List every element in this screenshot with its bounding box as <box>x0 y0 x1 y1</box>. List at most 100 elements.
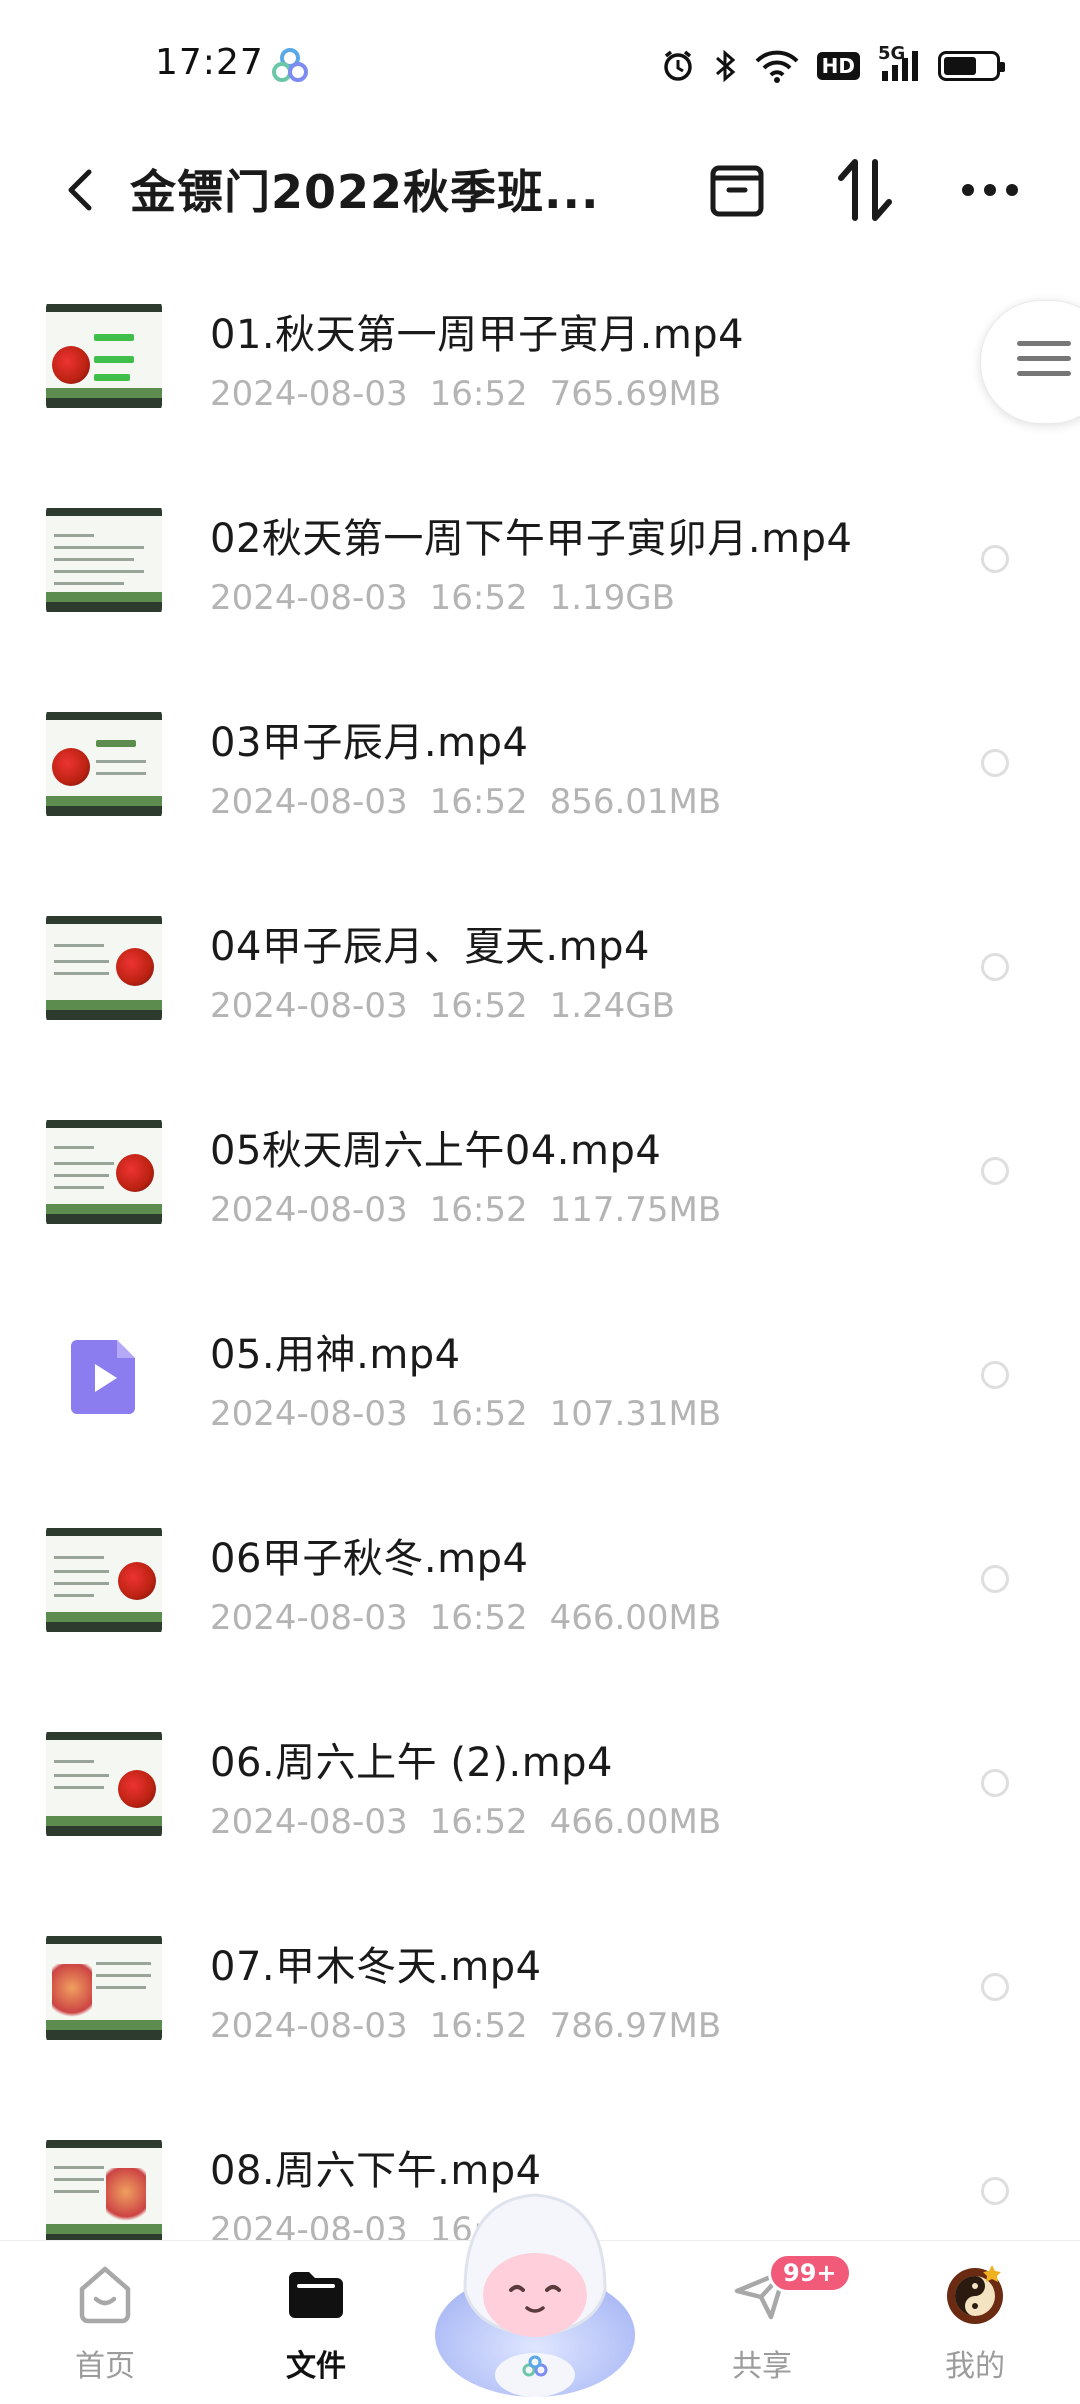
header-bar: 金镖门2022秋季班... <box>0 130 1080 250</box>
file-meta: 2024-08-03 16:52 117.75MB <box>210 1190 743 1230</box>
select-radio[interactable] <box>981 545 1009 573</box>
select-radio[interactable] <box>981 2177 1009 2205</box>
file-time: 16:52 <box>429 374 528 414</box>
menu-icon <box>1017 341 1071 386</box>
file-meta: 2024-08-03 16:52 466.00MB <box>210 1802 743 1842</box>
video-thumbnail <box>46 1726 162 1842</box>
file-name: 07.甲木冬天.mp4 <box>210 1944 542 1990</box>
status-time: 17:27 <box>155 42 264 83</box>
video-thumbnail <box>46 1114 162 1230</box>
wifi-icon <box>755 49 799 83</box>
file-size: 1.24GB <box>549 986 675 1026</box>
file-meta: 2024-08-03 16:52 466.00MB <box>210 1598 743 1638</box>
file-date: 2024-08-03 <box>210 1598 408 1638</box>
file-time: 16:52 <box>429 2006 528 2046</box>
file-time: 16:52 <box>429 1394 528 1434</box>
video-thumbnail <box>46 2134 162 2250</box>
file-name: 06甲子秋冬.mp4 <box>210 1536 529 1582</box>
select-radio[interactable] <box>981 1973 1009 2001</box>
select-radio[interactable] <box>981 1361 1009 1389</box>
file-time: 16:52 <box>429 782 528 822</box>
select-radio[interactable] <box>981 953 1009 981</box>
file-size: 786.97MB <box>549 2006 722 2046</box>
file-size: 856.01MB <box>549 782 722 822</box>
file-row[interactable]: 07.甲木冬天.mp4 2024-08-03 16:52 786.97MB <box>0 1882 1080 2086</box>
file-date: 2024-08-03 <box>210 1802 408 1842</box>
alarm-icon <box>661 49 695 83</box>
file-date: 2024-08-03 <box>210 578 408 618</box>
file-meta: 2024-08-03 16:52 107.31MB <box>210 1394 743 1434</box>
video-thumbnail <box>46 706 162 822</box>
nav-share[interactable]: 99+ 共享 <box>682 2253 852 2389</box>
file-row[interactable]: 05秋天周六上午04.mp4 2024-08-03 16:52 117.75MB <box>0 1066 1080 1270</box>
video-thumbnail <box>46 910 162 1026</box>
nav-label: 共享 <box>732 2349 792 2384</box>
folder-icon <box>281 2259 351 2329</box>
file-list: 01.秋天第一周甲子寅月.mp4 2024-08-03 16:52 765.69MB… <box>0 250 1080 2290</box>
hd-icon: HD <box>816 52 860 80</box>
file-time: 16:52 <box>429 1598 528 1638</box>
video-thumbnail <box>46 298 162 414</box>
file-row[interactable]: 06甲子秋冬.mp4 2024-08-03 16:52 466.00MB <box>0 1474 1080 1678</box>
back-button[interactable] <box>45 155 115 225</box>
nav-files[interactable]: 文件 <box>236 2259 396 2389</box>
nav-label: 文件 <box>286 2349 346 2384</box>
nav-profile[interactable]: 我的 <box>895 2259 1055 2389</box>
archive-icon <box>710 165 764 217</box>
file-date: 2024-08-03 <box>210 2006 408 2046</box>
file-name: 05.用神.mp4 <box>210 1332 461 1378</box>
file-meta: 2024-08-03 16:52 1.19GB <box>210 578 697 618</box>
file-size: 466.00MB <box>549 1598 722 1638</box>
file-time: 16:52 <box>429 986 528 1026</box>
file-name: 02秋天第一周下午甲子寅卯月.mp4 <box>210 516 853 562</box>
sort-icon <box>838 159 892 221</box>
video-thumbnail <box>46 1522 162 1638</box>
file-row[interactable]: 03甲子辰月.mp4 2024-08-03 16:52 856.01MB <box>0 658 1080 862</box>
more-button[interactable] <box>955 155 1025 225</box>
file-time: 16:52 <box>429 1190 528 1230</box>
file-meta: 2024-08-03 16:52 786.97MB <box>210 2006 743 2046</box>
select-radio[interactable] <box>981 749 1009 777</box>
file-size: 1.19GB <box>549 578 675 618</box>
select-radio[interactable] <box>981 1565 1009 1593</box>
nav-home[interactable]: 首页 <box>25 2259 185 2389</box>
file-size: 107.31MB <box>549 1394 722 1434</box>
video-thumbnail <box>46 502 162 618</box>
file-size: 117.75MB <box>549 1190 722 1230</box>
file-row[interactable]: 01.秋天第一周甲子寅月.mp4 2024-08-03 16:52 765.69MB <box>0 250 1080 454</box>
notification-badge: 99+ <box>768 2253 852 2293</box>
battery-icon <box>938 51 1005 81</box>
file-name: 03甲子辰月.mp4 <box>210 720 529 766</box>
file-row[interactable]: 02秋天第一周下午甲子寅卯月.mp4 2024-08-03 16:52 1.19GB <box>0 454 1080 658</box>
file-date: 2024-08-03 <box>210 1190 408 1230</box>
file-name: 01.秋天第一周甲子寅月.mp4 <box>210 312 745 358</box>
network-label: 5G <box>878 43 906 64</box>
file-meta: 2024-08-03 16:52 856.01MB <box>210 782 743 822</box>
file-row[interactable]: 04甲子辰月、夏天.mp4 2024-08-03 16:52 1.24GB <box>0 862 1080 1066</box>
file-time: 16:52 <box>429 1802 528 1842</box>
file-row[interactable]: 05.用神.mp4 2024-08-03 16:52 107.31MB <box>0 1270 1080 1474</box>
file-size: 466.00MB <box>549 1802 722 1842</box>
file-date: 2024-08-03 <box>210 986 408 1026</box>
select-radio[interactable] <box>981 1769 1009 1797</box>
page-title: 金镖门2022秋季班... <box>130 165 600 219</box>
nav-label: 首页 <box>75 2349 135 2384</box>
file-meta: 2024-08-03 16:52 765.69MB <box>210 374 743 414</box>
cloud-app-icon <box>270 46 310 86</box>
archive-button[interactable] <box>702 155 772 225</box>
select-radio[interactable] <box>981 1157 1009 1185</box>
file-meta: 2024-08-03 16:52 1.24GB <box>210 986 697 1026</box>
file-date: 2024-08-03 <box>210 1394 408 1434</box>
file-size: 765.69MB <box>549 374 722 414</box>
mascot-assistant-button[interactable] <box>425 2170 645 2400</box>
bluetooth-icon <box>713 48 737 84</box>
profile-avatar <box>940 2259 1010 2329</box>
file-row[interactable]: 06.周六上午 (2).mp4 2024-08-03 16:52 466.00MB <box>0 1678 1080 1882</box>
video-thumbnail <box>46 1930 162 2046</box>
video-file-icon <box>46 1318 162 1434</box>
sort-button[interactable] <box>830 155 900 225</box>
more-icon <box>962 184 1018 196</box>
file-name: 06.周六上午 (2).mp4 <box>210 1740 614 1786</box>
file-name: 04甲子辰月、夏天.mp4 <box>210 924 650 970</box>
status-bar: 17:27 HD 5G <box>0 0 1080 130</box>
